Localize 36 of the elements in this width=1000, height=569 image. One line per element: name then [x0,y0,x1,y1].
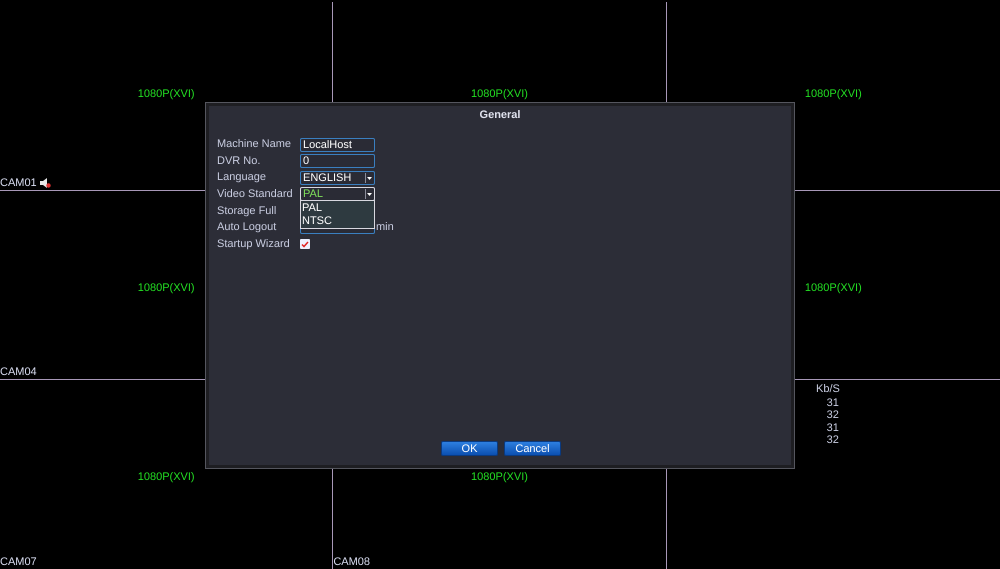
resolution-label: 1080P(XVI) [470,470,529,485]
caret-icon [365,172,372,183]
input-field[interactable]: LocalHost [300,138,375,152]
camera-label: CAM07 [0,556,37,568]
resolution-label: 1080P(XVI) [804,281,863,296]
resolution-label: 1080P(XVI) [136,470,196,485]
resolution-label: 1080P(XVI) [136,281,196,296]
bitrate-value: 32 [826,434,840,446]
field-label: Video Standard [217,187,294,202]
bitrate-value: 32 [826,409,840,422]
dropdown-option[interactable]: PAL [301,202,374,215]
unit-label: min [376,220,394,236]
caret-icon [365,189,372,200]
camera-label: CAM04 [0,366,37,378]
dialog-button[interactable]: Cancel [504,441,561,456]
bitrate-header: Kb/S [816,383,840,396]
dropdown[interactable]: PAL [300,187,375,202]
field-label: Storage Full [217,204,278,219]
resolution-label: 1080P(XVI) [136,87,196,102]
field-label: Machine Name [217,137,292,152]
bitrate-value: 31 [826,422,840,434]
bitrate-value: 31 [826,396,840,409]
dialog-title: General [480,109,520,121]
checkbox[interactable] [300,239,310,250]
camera-label: CAM01 [0,177,37,189]
dialog-button[interactable]: OK [441,441,498,456]
camera-label: CAM08 [333,556,370,568]
resolution-label: 1080P(XVI) [804,87,863,102]
dropdown[interactable]: ENGLISH [300,170,375,185]
resolution-label: 1080P(XVI) [470,87,529,102]
field-label: Language [217,170,267,186]
input-field[interactable]: 0 [300,154,375,168]
dropdown-option[interactable]: NTSC [301,214,374,228]
field-label: Auto Logout [217,220,278,236]
field-label: Startup Wizard [217,236,291,252]
field-label: DVR No. [217,154,262,169]
